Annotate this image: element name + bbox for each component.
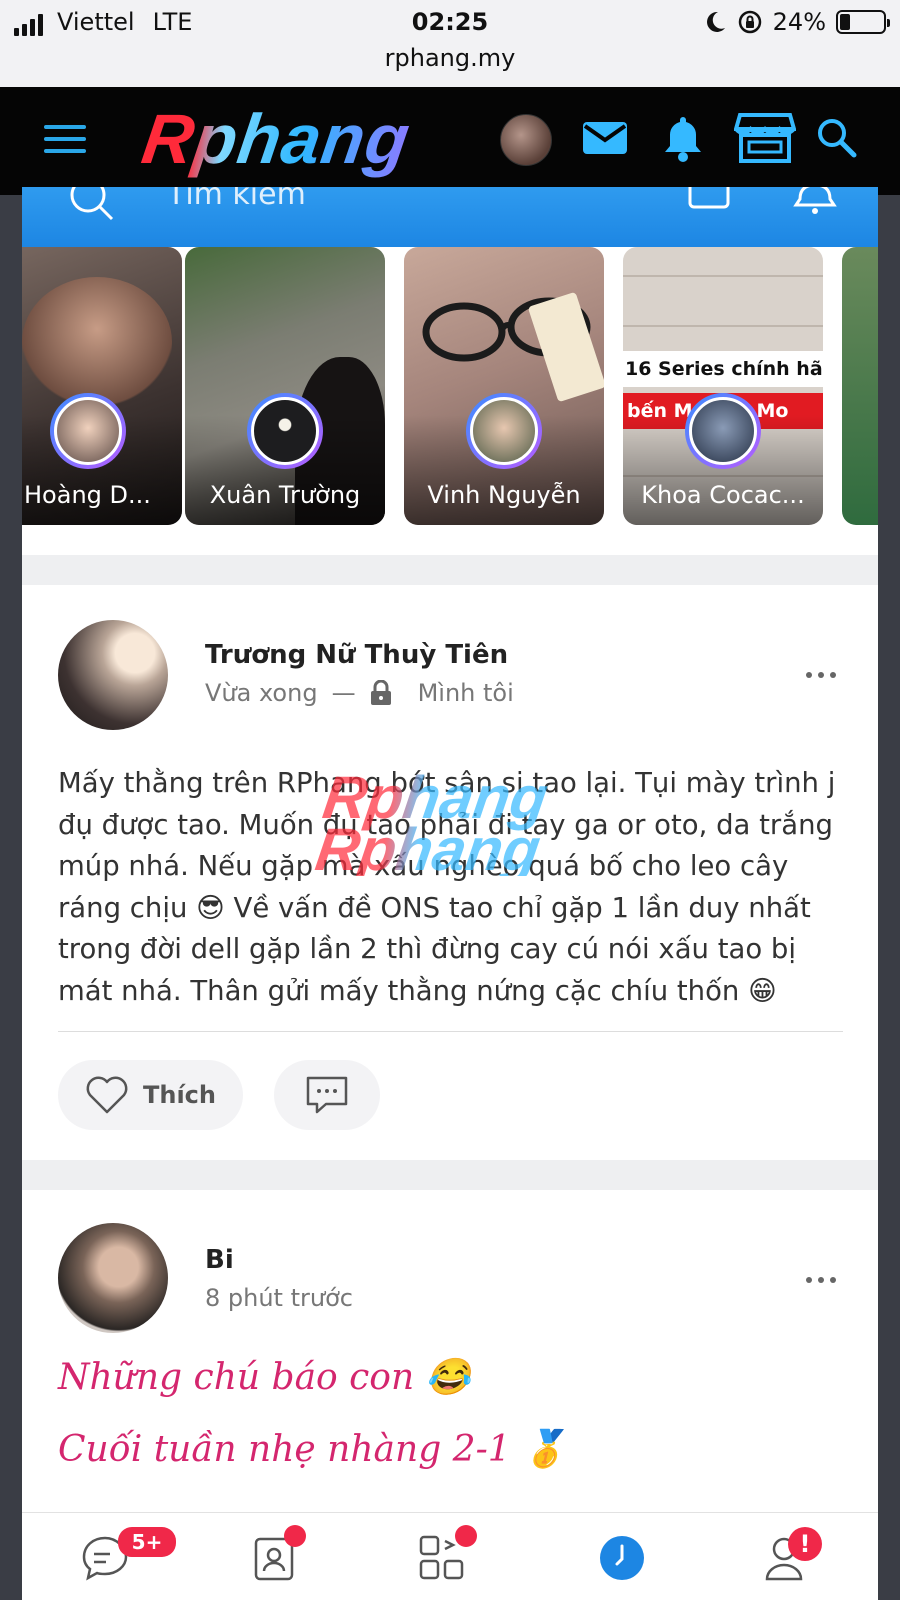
story-name: Khoa Cocac... — [641, 481, 805, 509]
battery-percent: 24% — [772, 8, 826, 36]
more-options-icon[interactable] — [806, 672, 836, 678]
rphang-logo[interactable]: Rphang — [137, 99, 415, 179]
notification-dot — [284, 1525, 306, 1547]
story-avatar — [50, 393, 126, 469]
post-privacy: Mình tôi — [417, 679, 514, 707]
post-text-line: Cuối tuần nhẹ nhàng 2-1 🥇 — [58, 1429, 567, 1470]
meta-separator: — — [331, 679, 356, 707]
battery-icon — [836, 10, 890, 34]
story-avatar — [247, 393, 323, 469]
comment-button[interactable] — [274, 1060, 380, 1130]
nav-chat[interactable]: 5+ — [80, 1527, 176, 1593]
nav-apps[interactable] — [417, 1525, 477, 1593]
story-name: Xuân Trường — [209, 481, 361, 509]
bottom-navigation: 5+ ! — [22, 1512, 878, 1600]
status-icons: 24% — [703, 8, 890, 36]
like-button[interactable]: Thích — [58, 1060, 243, 1130]
post-author-avatar[interactable] — [58, 620, 168, 730]
user-avatar[interactable] — [500, 114, 552, 166]
post-author-name[interactable]: Trương Nữ Thuỳ Tiên — [205, 640, 508, 670]
nav-contacts[interactable] — [252, 1525, 312, 1593]
post-time: 8 phút trước — [205, 1284, 353, 1312]
feed-divider — [22, 555, 878, 585]
notification-badge: 5+ — [118, 1527, 176, 1557]
search-bar[interactable]: Tìm kiếm — [22, 187, 878, 247]
post-card: Bi 8 phút trước Những chú báo con 😂 Cuối… — [22, 1190, 878, 1512]
rotation-lock-icon — [738, 10, 761, 34]
compose-icon[interactable] — [684, 187, 734, 217]
comment-icon — [306, 1076, 348, 1114]
post-card: Trương Nữ Thuỳ Tiên Vừa xong — Mình tôi … — [22, 585, 878, 1160]
clock-icon — [600, 1536, 644, 1580]
app-header: Rphang — [0, 87, 900, 195]
post-time: Vừa xong — [205, 679, 318, 707]
story-card[interactable]: 16 Series chính hãn bến M Tuấn Mo Khoa C… — [623, 247, 823, 525]
nav-profile[interactable]: ! — [764, 1527, 824, 1593]
story-name: Vinh Nguyễn — [427, 481, 581, 509]
story-avatar — [685, 393, 761, 469]
menu-icon[interactable] — [44, 125, 86, 155]
store-icon[interactable] — [732, 111, 798, 165]
status-bar: Viettel LTE 02:25 24% — [0, 0, 900, 44]
notification-dot — [455, 1525, 477, 1547]
post-text: Mấy thằng trên RPhang bớt sân si tao lại… — [58, 767, 836, 1007]
feed-divider — [22, 1160, 878, 1190]
like-label: Thích — [143, 1081, 216, 1109]
mail-icon[interactable] — [580, 111, 630, 165]
nav-timeline[interactable] — [597, 1533, 657, 1593]
post-author-name[interactable]: Bi — [205, 1245, 234, 1275]
search-icon — [70, 187, 114, 221]
stories-carousel[interactable]: Hoàng D... Xuân Trường Vinh Nguyễn 16 Se… — [22, 247, 878, 555]
moon-icon — [706, 11, 725, 32]
story-overlay-text: 16 Series chính hãn — [623, 351, 823, 387]
story-avatar — [466, 393, 542, 469]
search-placeholder: Tìm kiếm — [167, 187, 306, 212]
post-text-line: Những chú báo con 😂 — [58, 1357, 471, 1398]
search-icon[interactable] — [812, 111, 862, 165]
heart-icon — [86, 1076, 128, 1114]
story-card[interactable]: Hoàng D... — [22, 247, 182, 525]
alert-badge: ! — [788, 1527, 822, 1561]
post-divider — [58, 1031, 843, 1032]
notification-icon[interactable] — [790, 187, 840, 219]
story-card[interactable] — [842, 247, 878, 525]
story-card[interactable]: Xuân Trường — [185, 247, 385, 525]
lock-icon — [370, 680, 391, 705]
story-name: Hoàng D... — [24, 481, 151, 509]
post-author-avatar[interactable] — [58, 1223, 168, 1333]
story-card[interactable]: Vinh Nguyễn — [404, 247, 604, 525]
url-bar[interactable]: rphang.my — [0, 44, 900, 87]
post-meta: 8 phút trước — [205, 1284, 353, 1312]
bell-icon[interactable] — [658, 111, 708, 165]
post-meta: Vừa xong — Mình tôi — [205, 679, 514, 707]
more-options-icon[interactable] — [806, 1277, 836, 1283]
